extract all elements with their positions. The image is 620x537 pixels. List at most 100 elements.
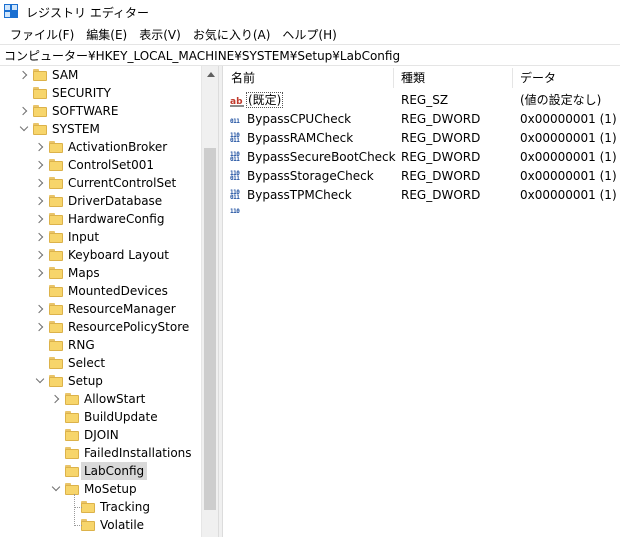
tree-item-djoin[interactable]: DJOIN [0, 426, 200, 444]
folder-icon [49, 375, 63, 387]
scroll-up-icon[interactable] [207, 72, 215, 77]
tree-item-mounteddevices[interactable]: MountedDevices [0, 282, 200, 300]
chevron-down-icon[interactable] [34, 372, 46, 390]
tree-item-label: ResourcePolicyStore [68, 320, 190, 334]
tree-connector-line [74, 507, 82, 508]
value-type: REG_DWORD [401, 188, 481, 202]
tree-item-driverdatabase[interactable]: DriverDatabase [0, 192, 200, 210]
chevron-right-icon[interactable] [34, 264, 46, 282]
value-row[interactable]: 011 110 BypassTPMCheck REG_DWORD 0x00000001 … [223, 186, 620, 215]
folder-icon [65, 465, 79, 477]
tree-item-controlset001[interactable]: ControlSet001 [0, 156, 200, 174]
value-row[interactable]: 011 110 BypassSecureBootCheck REG_DWORD 0x00… [223, 148, 620, 177]
chevron-right-icon[interactable] [50, 390, 62, 408]
chevron-right-icon[interactable] [18, 102, 30, 120]
folder-icon [65, 447, 79, 459]
chevron-right-icon[interactable] [34, 246, 46, 264]
tree-item-label: ActivationBroker [68, 140, 168, 154]
chevron-right-icon[interactable] [34, 210, 46, 228]
chevron-right-icon[interactable] [18, 66, 30, 84]
folder-icon [49, 303, 63, 315]
tree-item-buildupdate[interactable]: BuildUpdate [0, 408, 200, 426]
address-path[interactable]: コンピューター¥HKEY_LOCAL_MACHINE¥SYSTEM¥Setup¥… [4, 47, 400, 64]
menu-bar: ファイル(F) 編集(E) 表示(V) お気に入り(A) ヘルプ(H) [0, 24, 620, 44]
value-name: BypassCPUCheck [247, 112, 352, 126]
value-data: 0x00000001 (1) [520, 150, 617, 164]
tree-item-security[interactable]: SECURITY [0, 84, 200, 102]
tree-item-rng[interactable]: RNG [0, 336, 200, 354]
value-data: 0x00000001 (1) [520, 169, 617, 183]
value-row[interactable]: 011 110 BypassCPUCheck REG_DWORD 0x00000001 … [223, 110, 620, 139]
list-header: 名前 種類 データ [223, 66, 620, 90]
tree-item-resourcepolicystore[interactable]: ResourcePolicyStore [0, 318, 200, 336]
tree-item-label: MoSetup [84, 482, 137, 496]
folder-icon [65, 411, 79, 423]
chevron-right-icon[interactable] [34, 300, 46, 318]
tree-scrollbar[interactable] [201, 66, 218, 537]
menu-view[interactable]: 表示(V) [133, 26, 187, 43]
tree-item-resourcemanager[interactable]: ResourceManager [0, 300, 200, 318]
folder-icon [65, 393, 79, 405]
folder-icon [49, 195, 63, 207]
tree-item-keyboard-layout[interactable]: Keyboard Layout [0, 246, 200, 264]
value-row[interactable]: 011 110 BypassRAMCheck REG_DWORD 0x00000001 … [223, 129, 620, 158]
tree-item-tracking[interactable]: Tracking [0, 498, 200, 516]
folder-icon [49, 285, 63, 297]
chevron-right-icon[interactable] [34, 318, 46, 336]
tree-item-labconfig[interactable]: LabConfig [0, 462, 200, 480]
folder-icon [81, 501, 95, 513]
key-tree[interactable]: SAM SECURITY SOFTWARE SYSTEM ActivationBroke… [0, 66, 218, 537]
folder-icon [49, 249, 63, 261]
tree-item-label: RNG [68, 338, 95, 352]
menu-help[interactable]: ヘルプ(H) [276, 26, 342, 43]
value-type: REG_SZ [401, 93, 449, 107]
value-type: REG_DWORD [401, 131, 481, 145]
value-row[interactable]: 011 110 BypassStorageCheck REG_DWORD 0x00000… [223, 167, 620, 196]
menu-edit[interactable]: 編集(E) [80, 26, 133, 43]
tree-item-sam[interactable]: SAM [0, 66, 200, 84]
tree-item-input[interactable]: Input [0, 228, 200, 246]
value-type: REG_DWORD [401, 169, 481, 183]
tree-item-volatile[interactable]: Volatile [0, 516, 200, 534]
tree-item-hardwareconfig[interactable]: HardwareConfig [0, 210, 200, 228]
tree-item-mosetup[interactable]: MoSetup [0, 480, 200, 498]
tree-item-select[interactable]: Select [0, 354, 200, 372]
chevron-right-icon[interactable] [34, 174, 46, 192]
value-data: 0x00000001 (1) [520, 188, 617, 202]
value-type: REG_DWORD [401, 150, 481, 164]
tree-item-maps[interactable]: Maps [0, 264, 200, 282]
chevron-down-icon[interactable] [18, 120, 30, 138]
chevron-right-icon[interactable] [34, 192, 46, 210]
folder-icon [49, 231, 63, 243]
menu-file[interactable]: ファイル(F) [4, 26, 80, 43]
chevron-right-icon[interactable] [34, 156, 46, 174]
tree-item-failedinstallations[interactable]: FailedInstallations [0, 444, 200, 462]
tree-item-label: MountedDevices [68, 284, 168, 298]
address-bar[interactable]: コンピューター¥HKEY_LOCAL_MACHINE¥SYSTEM¥Setup¥… [0, 44, 620, 66]
tree-item-label: Keyboard Layout [68, 248, 170, 262]
value-data: 0x00000001 (1) [520, 131, 617, 145]
column-header-type[interactable]: 種類 [393, 66, 513, 90]
tree-item-label: FailedInstallations [84, 446, 192, 460]
tree-item-system[interactable]: SYSTEM [0, 120, 200, 138]
scroll-thumb[interactable] [204, 148, 216, 510]
menu-favorites[interactable]: お気に入り(A) [187, 26, 277, 43]
folder-icon [49, 159, 63, 171]
chevron-right-icon[interactable] [34, 228, 46, 246]
tree-item-software[interactable]: SOFTWARE [0, 102, 200, 120]
value-name: BypassTPMCheck [247, 188, 352, 202]
chevron-down-icon[interactable] [50, 480, 62, 498]
value-list: 名前 種類 データ ab (既定) REG_SZ (値の設定なし) 011 110 Bypa… [223, 66, 620, 537]
binary-value-icon: 011 110 [230, 194, 240, 215]
tree-item-currentcontrolset[interactable]: CurrentControlSet [0, 174, 200, 192]
folder-icon [33, 69, 47, 81]
binary-value-icon: 011 110 [230, 118, 240, 139]
chevron-right-icon[interactable] [34, 138, 46, 156]
column-header-name[interactable]: 名前 [223, 66, 393, 90]
tree-item-setup[interactable]: Setup [0, 372, 200, 390]
binary-value-icon: 011 110 [230, 175, 240, 196]
column-header-data[interactable]: データ [512, 66, 620, 90]
value-row[interactable]: ab (既定) REG_SZ (値の設定なし) [223, 91, 620, 110]
tree-item-allowstart[interactable]: AllowStart [0, 390, 200, 408]
tree-item-activationbroker[interactable]: ActivationBroker [0, 138, 200, 156]
